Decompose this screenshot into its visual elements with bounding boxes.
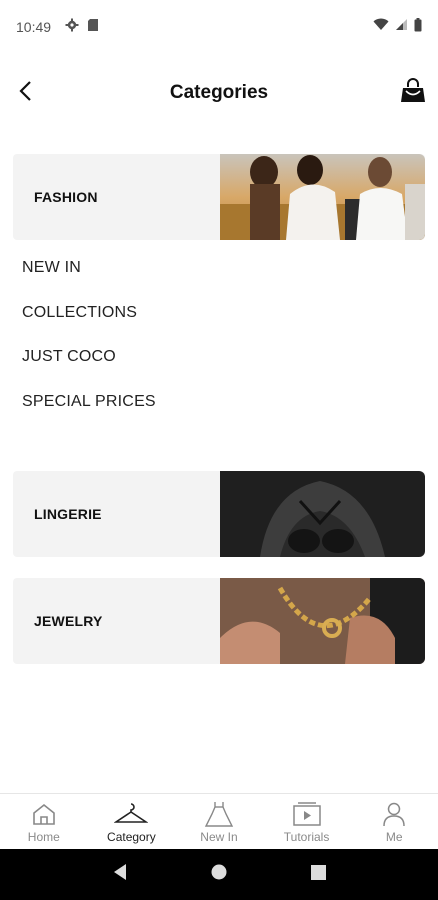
nav-label-home: Home [27,830,60,844]
nav-item-home[interactable]: Home [0,794,88,849]
app-bar: Categories [0,62,438,124]
nav-label-category: Category [107,830,156,844]
status-left-icons [65,18,99,37]
shopping-bag-icon [400,77,426,109]
category-label: JEWELRY [34,613,103,629]
battery-icon [414,17,422,37]
circle-home-icon [211,864,227,885]
bottom-nav: Home Category New In Tutorials Me [0,793,438,849]
category-card-lingerie[interactable]: LINGERIE [13,471,425,557]
subcategory-collections[interactable]: COLLECTIONS [22,291,156,336]
category-label: LINGERIE [34,506,102,522]
nav-item-tutorials[interactable]: Tutorials [263,794,351,849]
nav-label-new-in: New In [200,830,238,844]
status-bar: 10:49 [0,0,438,54]
nav-item-new-in[interactable]: New In [175,794,263,849]
subcategory-just-coco[interactable]: JUST COCO [22,335,156,380]
subcategory-special-prices[interactable]: SPECIAL PRICES [22,380,156,425]
system-back-button[interactable] [100,855,140,895]
signal-icon [395,18,408,36]
back-button[interactable] [10,77,42,109]
system-home-button[interactable] [199,855,239,895]
category-label: FASHION [34,189,98,205]
person-icon [382,800,406,828]
square-recents-icon [310,864,326,885]
category-card-fashion[interactable]: FASHION [13,154,425,240]
system-recents-button[interactable] [298,855,338,895]
category-card-jewelry[interactable]: JEWELRY [13,578,425,664]
nav-item-me[interactable]: Me [350,794,438,849]
nav-label-tutorials: Tutorials [283,830,330,844]
fashion-image [220,154,425,240]
status-time: 10:49 [16,19,52,35]
lingerie-image [220,471,425,557]
subcategory-new-in[interactable]: NEW IN [22,246,156,291]
home-icon [31,800,57,828]
wifi-icon [373,18,389,36]
nav-item-category[interactable]: Category [88,794,176,849]
jewelry-image [220,578,425,664]
system-nav-bar [0,849,438,900]
hanger-icon [114,800,149,828]
gear-icon [65,18,79,37]
page-title: Categories [169,82,269,103]
fashion-subcategory-list: NEW IN COLLECTIONS JUST COCO SPECIAL PRI… [22,246,156,424]
shopping-bag-button[interactable] [396,76,430,110]
status-right-icons [373,17,422,37]
triangle-back-icon [112,863,128,886]
sim-card-icon [87,18,99,37]
video-icon [292,800,322,828]
nav-label-me: Me [385,830,403,844]
dress-icon [204,800,234,828]
chevron-left-icon [18,80,34,107]
